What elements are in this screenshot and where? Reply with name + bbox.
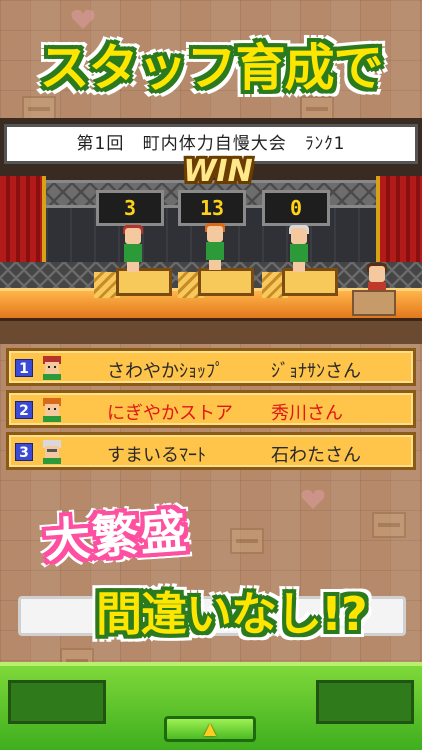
rank-person-name: 秀川さん — [271, 403, 343, 424]
podium — [282, 268, 338, 296]
judge-desk — [352, 290, 396, 316]
contestant-face-icon — [43, 356, 61, 380]
bottom-slot-left[interactable] — [8, 680, 106, 724]
heart-icon — [301, 489, 325, 509]
arrow-up-icon: ▲ — [203, 719, 217, 738]
contestant-face-icon — [43, 440, 61, 464]
contestant-face-icon — [43, 398, 61, 422]
contestant-sprite — [202, 223, 228, 270]
ranking-row[interactable]: 2 にぎやかストア 秀川さん — [6, 390, 416, 428]
promo-text-2: 間違いなし!? — [96, 587, 368, 641]
crate-decoration — [230, 528, 264, 554]
promo-text-1: 大繁盛 — [42, 504, 190, 568]
rank-shop-name: すまいるﾏｰﾄ — [107, 445, 206, 466]
rank-number: 1 — [15, 359, 33, 377]
rank-shop-name: さわやかｼｮｯﾌﾟ — [107, 361, 224, 382]
bottom-slot-right[interactable] — [316, 680, 414, 724]
score-board: 3 — [96, 190, 164, 226]
bottom-toolbar: ▲ — [0, 662, 422, 750]
win-banner: WIN — [183, 154, 253, 189]
rank-person-name: ｼﾞｮﾅｻﾝさん — [271, 361, 361, 382]
contest-name: 町内体力自慢大会 — [142, 134, 287, 154]
headline: スタッフ育成で — [39, 39, 384, 97]
score-board: 0 — [262, 190, 330, 226]
rank-number: 2 — [15, 401, 33, 419]
contestant-sprite — [120, 225, 146, 272]
expand-menu-button[interactable]: ▲ — [164, 716, 256, 742]
contest-rank: ﾗﾝｸ1 — [305, 134, 346, 154]
rank-number: 3 — [15, 443, 33, 461]
contest-round: 第1回 — [76, 134, 125, 154]
stage-floor-edge — [0, 318, 422, 344]
rank-person-name: 石わたさん — [271, 445, 361, 466]
rank-shop-name: にぎやかストア — [107, 403, 233, 424]
ranking-row[interactable]: 3 すまいるﾏｰﾄ 石わたさん — [6, 432, 416, 470]
podium — [198, 268, 254, 296]
heart-icon — [71, 9, 95, 30]
ranking-row[interactable]: 1 さわやかｼｮｯﾌﾟ ｼﾞｮﾅｻﾝさん — [6, 348, 416, 386]
contestant-sprite — [286, 225, 312, 272]
score-board: 13 — [178, 190, 246, 226]
crate-decoration — [372, 512, 406, 538]
podium — [116, 268, 172, 296]
